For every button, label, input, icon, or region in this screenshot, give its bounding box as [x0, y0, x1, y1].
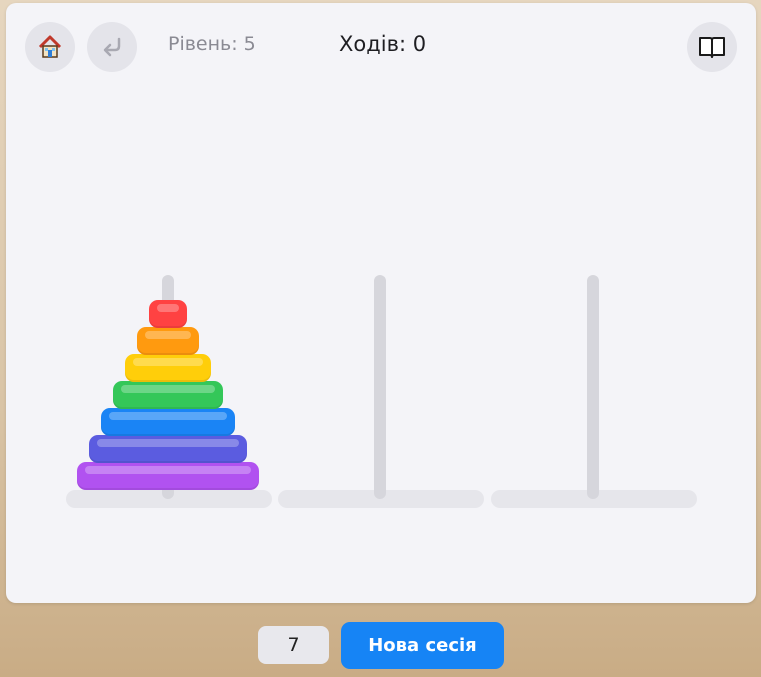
house-icon [38, 35, 62, 58]
disk-highlight [109, 412, 227, 420]
disk-highlight [157, 304, 179, 312]
disk-highlight [121, 385, 215, 393]
disk-3[interactable] [125, 354, 211, 382]
new-session-button[interactable]: Нова сесія [341, 622, 504, 669]
rules-button[interactable] [687, 22, 737, 72]
home-button[interactable] [25, 22, 75, 72]
disk-highlight [133, 358, 203, 366]
undo-button[interactable] [87, 22, 137, 72]
game-board: Рівень: 5 Ходів: 0 [6, 3, 756, 603]
disk-highlight [85, 466, 251, 474]
open-book-icon [699, 37, 725, 58]
disk-count-input[interactable]: 7 [258, 626, 329, 664]
undo-arrow-icon [103, 37, 121, 57]
disk-4[interactable] [113, 381, 223, 409]
moves-counter: Ходів: 0 [339, 32, 427, 56]
disk-5[interactable] [101, 408, 235, 436]
rod-2-pole[interactable] [374, 275, 386, 499]
disk-highlight [145, 331, 191, 339]
disk-1[interactable] [149, 300, 187, 328]
level-indicator: Рівень: 5 [168, 33, 256, 55]
disk-2[interactable] [137, 327, 199, 355]
disk-7[interactable] [77, 462, 259, 490]
disk-6[interactable] [89, 435, 247, 463]
disk-highlight [97, 439, 239, 447]
rod-3-pole[interactable] [587, 275, 599, 499]
